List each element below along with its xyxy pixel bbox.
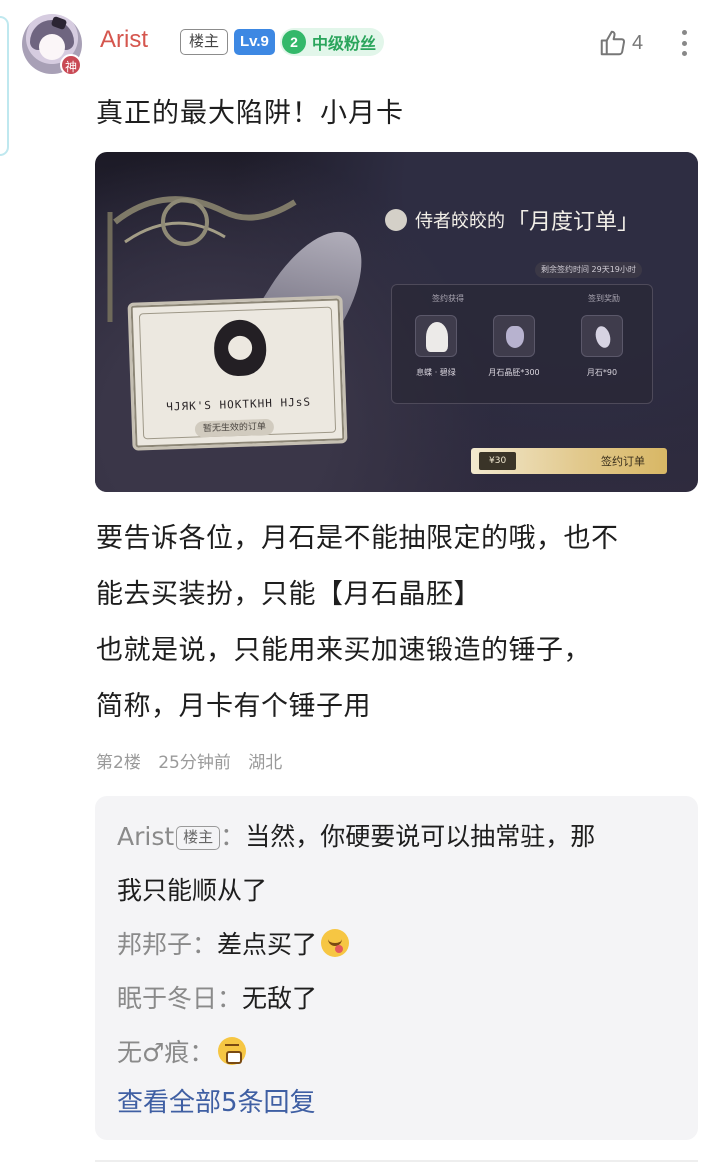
- moonstone-icon: [581, 315, 623, 357]
- fan-badge: 2 中级粉丝: [280, 28, 385, 56]
- reward-group-label: 签到奖励: [588, 294, 620, 303]
- timer-pill: 剩余签约时间 29天19小时: [535, 262, 642, 278]
- body-line: 要告诉各位，月石是不能抽限定的哦，也不: [96, 523, 619, 554]
- reward-item: 息蝶 · 碧绿: [406, 315, 466, 378]
- body-line: 简称，月卡有个锤子用: [96, 691, 371, 722]
- reward-name: 息蝶 · 碧绿: [416, 368, 456, 377]
- like-count: 4: [632, 31, 644, 54]
- character-head-icon: [385, 209, 407, 231]
- fan-level-icon: 2: [282, 30, 306, 54]
- floor-number: 第2楼: [96, 753, 141, 773]
- post-header: 神 Arist 楼主 Lv.9 2 中级粉丝 4: [22, 12, 712, 76]
- reply-text: 差点买了: [217, 930, 318, 959]
- yum-face-icon: [321, 929, 350, 957]
- like-button[interactable]: 4: [598, 28, 643, 58]
- host-tag: 楼主: [180, 29, 229, 55]
- reply-text: 当然，你硬要说可以抽常驻，那: [245, 822, 596, 851]
- author-name[interactable]: Arist: [100, 26, 148, 54]
- thumbs-up-icon: [600, 30, 626, 56]
- host-tag: 楼主: [176, 826, 221, 850]
- god-badge: 神: [60, 54, 82, 76]
- reply-item[interactable]: 邦邦子：差点买了: [117, 918, 676, 972]
- reward-item: 月石晶胚*300: [484, 315, 544, 378]
- order-title-prefix: 侍者皎皎的: [415, 211, 505, 232]
- reward-group-label: 签约获得: [432, 294, 464, 303]
- body-line: 也就是说，只能用来买加速锻造的锤子，: [96, 635, 591, 666]
- order-panel: 侍者皎皎的 「月度订单」 剩余签约时间 29天19小时 签约获得 签到奖励 息蝶…: [385, 192, 685, 482]
- post-meta: 第2楼 25分钟前 湖北: [96, 748, 294, 773]
- reply-item[interactable]: Arist 楼主 ：当然，你硬要说可以抽常驻，那: [117, 810, 676, 864]
- level-badge: Lv.9: [234, 29, 275, 55]
- reply-text: 无敌了: [242, 984, 318, 1013]
- reply-author[interactable]: 无♂痕: [117, 1038, 189, 1067]
- buy-order-button: ¥30 签约订单: [471, 448, 667, 474]
- more-dot-icon: [681, 51, 687, 56]
- reply-author[interactable]: 眠于冬日: [117, 984, 217, 1013]
- moon-crystal-icon: [493, 315, 535, 357]
- fan-label: 中级粉丝: [312, 34, 377, 53]
- character-portrait-icon: [415, 315, 457, 357]
- reply-author[interactable]: 邦邦子: [117, 930, 192, 959]
- post-title: 真正的最大陷阱！小月卡: [96, 98, 404, 129]
- gasp-face-icon: [218, 1037, 247, 1065]
- adjacent-panel-edge: [0, 16, 9, 156]
- more-dot-icon: [681, 40, 687, 46]
- reply-separator: ：: [220, 822, 246, 851]
- order-title: 侍者皎皎的 「月度订单」: [385, 204, 639, 236]
- post-location: 湖北: [248, 753, 283, 773]
- reply-section: Arist 楼主 ：当然，你硬要说可以抽常驻，那 我只能顺从了 邦邦子：差点买了 眠…: [95, 796, 698, 1140]
- more-dot-icon: [681, 30, 687, 35]
- reward-name: 月石*90: [586, 368, 618, 377]
- view-all-replies-link[interactable]: 查看全部5条回复: [117, 1080, 676, 1126]
- avatar-face: [39, 34, 65, 60]
- order-card: ЧJЯК'Ѕ НОКТКНН НЈѕЅ 暂无生效的订单: [127, 295, 348, 451]
- divider: [95, 1160, 698, 1162]
- body-line: 能去买装扮，只能【月石晶胚】: [96, 579, 481, 610]
- post-time: 25分钟前: [158, 753, 231, 773]
- post-body: 要告诉各位，月石是不能抽限定的哦，也不 能去买装扮，只能【月石晶胚】 也就是说，…: [96, 515, 696, 739]
- buy-label: 签约订单: [601, 455, 645, 468]
- reply-separator: ：: [189, 1038, 215, 1067]
- rewards-box: 签约获得 签到奖励 息蝶 · 碧绿 月石晶胚*300 月石*90: [391, 284, 653, 404]
- reply-author[interactable]: Arist: [117, 822, 174, 851]
- card-status-pill: 暂无生效的订单: [194, 418, 275, 438]
- reward-item: 月石*90: [572, 315, 632, 378]
- price-tag: ¥30: [479, 452, 517, 470]
- reply-separator: ：: [217, 984, 243, 1013]
- reply-item[interactable]: 眠于冬日：无敌了: [117, 972, 676, 1026]
- order-title-main: 「月度订单」: [507, 210, 640, 235]
- reply-item[interactable]: 无♂痕：: [117, 1026, 676, 1080]
- more-options-button[interactable]: [674, 26, 694, 60]
- reply-continuation: 我只能顺从了: [117, 876, 268, 905]
- reward-name: 月石晶胚*300: [488, 368, 540, 377]
- post-image[interactable]: ЧJЯК'Ѕ НОКТКНН НЈѕЅ 暂无生效的订单 侍者皎皎的 「月度订单」…: [95, 152, 698, 492]
- reply-separator: ：: [192, 930, 218, 959]
